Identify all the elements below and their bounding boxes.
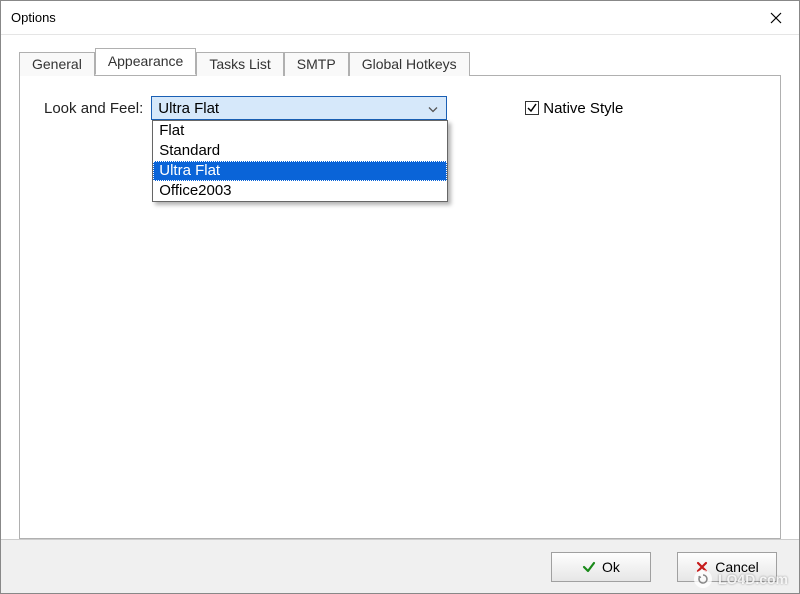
- cancel-button[interactable]: Cancel: [677, 552, 777, 582]
- cross-icon: [695, 560, 709, 574]
- close-button[interactable]: [753, 2, 799, 34]
- dialog-footer: Ok Cancel: [1, 539, 799, 593]
- appearance-panel: Look and Feel: Ultra Flat Flat Standard …: [19, 75, 781, 539]
- native-style-checkbox[interactable]: Native Style: [525, 100, 623, 117]
- dropdown-item-standard[interactable]: Standard: [153, 141, 447, 161]
- look-and-feel-dropdown: Flat Standard Ultra Flat Office2003: [152, 120, 448, 202]
- combo-selected-value: Ultra Flat: [158, 100, 219, 117]
- dropdown-item-ultra-flat[interactable]: Ultra Flat: [153, 161, 447, 181]
- options-window: Options General Appearance Tasks List SM…: [0, 0, 800, 594]
- content-area: General Appearance Tasks List SMTP Globa…: [1, 35, 799, 539]
- window-title: Options: [11, 10, 753, 25]
- chevron-down-icon: [428, 100, 438, 117]
- checkmark-icon: [582, 560, 596, 574]
- native-style-label: Native Style: [543, 100, 623, 117]
- cancel-button-label: Cancel: [715, 559, 759, 575]
- look-and-feel-combo[interactable]: Ultra Flat Flat Standard Ultra Flat Offi…: [151, 96, 447, 120]
- close-icon: [770, 12, 782, 24]
- tabstrip: General Appearance Tasks List SMTP Globa…: [19, 49, 781, 75]
- dropdown-item-office2003[interactable]: Office2003: [153, 181, 447, 201]
- ok-button[interactable]: Ok: [551, 552, 651, 582]
- tab-appearance[interactable]: Appearance: [95, 48, 197, 75]
- checkbox-box: [525, 101, 539, 115]
- tab-smtp[interactable]: SMTP: [284, 52, 349, 76]
- tab-tasks-list[interactable]: Tasks List: [196, 52, 283, 76]
- titlebar: Options: [1, 1, 799, 35]
- look-and-feel-row: Look and Feel: Ultra Flat Flat Standard …: [44, 96, 756, 120]
- dropdown-item-flat[interactable]: Flat: [153, 121, 447, 141]
- look-and-feel-label: Look and Feel:: [44, 100, 143, 117]
- tab-general[interactable]: General: [19, 52, 95, 76]
- tab-global-hotkeys[interactable]: Global Hotkeys: [349, 52, 470, 76]
- checkmark-icon: [526, 102, 538, 114]
- ok-button-label: Ok: [602, 559, 620, 575]
